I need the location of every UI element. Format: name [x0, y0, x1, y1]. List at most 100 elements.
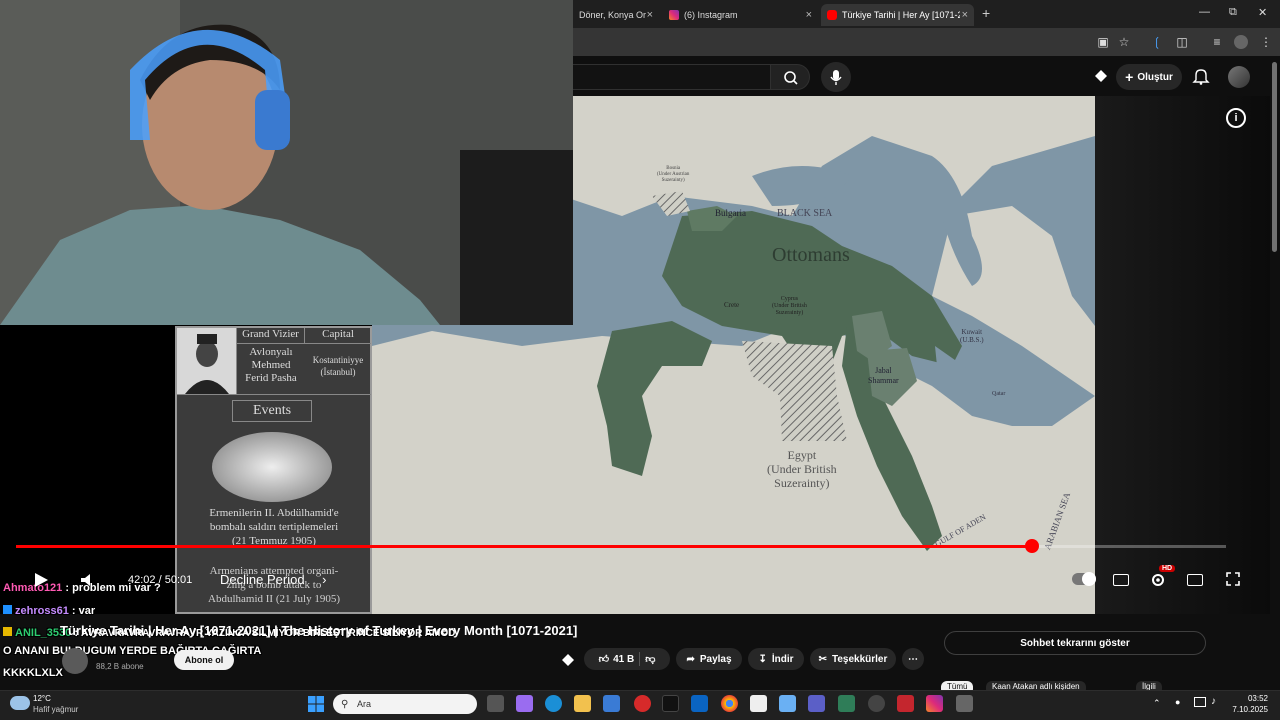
- outlook-icon[interactable]: [691, 695, 708, 712]
- more-actions-button[interactable]: ⋯: [902, 648, 924, 670]
- chapter-title: Decline Period: [220, 572, 305, 587]
- display-tray-icon[interactable]: [1194, 697, 1206, 707]
- file-explorer-icon[interactable]: [574, 695, 591, 712]
- settings-button[interactable]: [1150, 572, 1166, 591]
- subscribe-button[interactable]: Abone ol: [174, 650, 234, 670]
- search-input[interactable]: [560, 64, 770, 90]
- egypt-sub-label: (Under British: [767, 462, 837, 476]
- vizier-name: Avlonyalı Mehmed Ferid Pasha: [237, 346, 305, 385]
- subtitles-icon[interactable]: [1113, 574, 1129, 586]
- fullscreen-button[interactable]: [1226, 572, 1240, 589]
- app-red-icon[interactable]: [897, 695, 914, 712]
- toggle-knob: [1082, 572, 1096, 586]
- taskbar-search[interactable]: ⚲ Ara: [333, 694, 477, 714]
- extensions-puzzle-icon[interactable]: ◫: [1175, 35, 1189, 49]
- progress-played: [16, 545, 1033, 548]
- thanks-button[interactable]: ✂ Teşekkürler: [810, 648, 896, 670]
- close-window-icon[interactable]: ✕: [1258, 6, 1267, 19]
- gear-icon: [1152, 574, 1164, 586]
- cast-icon[interactable]: [1093, 68, 1109, 84]
- like-button[interactable]: 👍︎ 41 B: [599, 653, 635, 666]
- dislike-button[interactable]: 👎︎: [645, 653, 655, 665]
- map-label-egypt: Egypt (Under British Suzerainty): [767, 448, 837, 490]
- profile-icon[interactable]: [1234, 35, 1248, 49]
- kuwait-sub-label: (U.B.S.): [960, 336, 984, 344]
- notepad-icon[interactable]: [750, 695, 767, 712]
- show-chat-replay-button[interactable]: Sohbet tekrarını göster: [944, 631, 1206, 655]
- close-icon[interactable]: ×: [962, 9, 968, 21]
- task-view-icon[interactable]: [487, 695, 504, 712]
- map-label-cyprus: Cyprus (Under British Suzerainty): [772, 296, 807, 317]
- search-button[interactable]: [770, 64, 810, 90]
- share-button[interactable]: ➦ Paylaş: [676, 648, 742, 670]
- weather-cloud-icon[interactable]: [10, 696, 30, 710]
- tab-label: (6) Instagram: [684, 10, 738, 20]
- extension-icon[interactable]: ❲: [1150, 35, 1164, 49]
- autoplay-toggle[interactable]: [1072, 572, 1096, 586]
- volume-button[interactable]: [80, 573, 96, 590]
- microphone-tray-icon[interactable]: ●: [1175, 697, 1180, 707]
- channel-avatar[interactable]: [62, 648, 88, 674]
- theater-mode-icon[interactable]: [1187, 574, 1203, 586]
- video-title: Türkiye Tarihi | Her Ay [1071-2021] | Th…: [60, 623, 578, 638]
- download-button[interactable]: ↧ İndir: [748, 648, 804, 670]
- taskbar-clock[interactable]: 03:52 7.10.2025: [1232, 693, 1268, 715]
- progress-bar[interactable]: [16, 545, 1226, 548]
- calculator-icon[interactable]: [956, 695, 973, 712]
- account-avatar[interactable]: [1228, 66, 1250, 88]
- store-icon[interactable]: [603, 695, 620, 712]
- chrome-icon[interactable]: [721, 695, 738, 712]
- tiktok-icon[interactable]: [662, 695, 679, 712]
- download-label: İndir: [771, 653, 794, 665]
- teams-icon[interactable]: [808, 695, 825, 712]
- streamer-webcam-image: [0, 0, 573, 325]
- panel-divider: [177, 394, 371, 395]
- copilot-icon[interactable]: [516, 695, 533, 712]
- create-button[interactable]: + Oluştur: [1116, 64, 1182, 90]
- media-control-icon[interactable]: ≡: [1210, 35, 1224, 49]
- clock-time: 03:52: [1247, 694, 1268, 703]
- close-icon[interactable]: ×: [647, 9, 653, 21]
- restore-icon[interactable]: ⧉: [1229, 6, 1237, 19]
- chat-text: var: [78, 605, 96, 617]
- microsoft365-icon[interactable]: [779, 695, 796, 712]
- youtube-icon: [827, 10, 837, 20]
- instagram-icon[interactable]: [926, 695, 943, 712]
- tab-instagram[interactable]: (6) Instagram ×: [663, 4, 818, 26]
- steam-icon[interactable]: [868, 695, 885, 712]
- install-app-icon[interactable]: ▣: [1096, 35, 1110, 49]
- tab-youtube[interactable]: Türkiye Tarihi | Her Ay [1071-20 ×: [821, 4, 974, 26]
- info-icon[interactable]: i: [1226, 108, 1246, 128]
- tray-chevron-up-icon[interactable]: ⌃: [1153, 698, 1161, 709]
- tab-doner[interactable]: Döner, Konya Or ×: [573, 4, 659, 26]
- cyprus-sub-label: (Under British: [772, 303, 807, 309]
- minimize-icon[interactable]: —: [1199, 6, 1210, 18]
- map-label-bulgaria: Bulgaria: [715, 208, 746, 218]
- app-icon[interactable]: [838, 695, 855, 712]
- event-tr-line-1: Ermenilerin II. Abdülhamid'e: [209, 507, 339, 519]
- map-label-ottomans: Ottomans: [772, 244, 850, 266]
- close-icon[interactable]: ×: [806, 9, 812, 21]
- event-en-line-3: Abdulhamid II (21 July 1905): [208, 593, 340, 605]
- chapter-button[interactable]: Decline Period ›: [220, 572, 327, 587]
- scrollbar-thumb[interactable]: [1272, 62, 1277, 252]
- event-turkish: Ermenilerin II. Abdülhamid'e bombalı sal…: [177, 506, 371, 548]
- play-button[interactable]: [32, 571, 50, 592]
- speaker-tray-icon[interactable]: ♪: [1211, 696, 1216, 707]
- bosnia-sub2-label: Suzerainty): [661, 178, 685, 183]
- new-tab-button[interactable]: +: [982, 5, 990, 21]
- egypt-sub2-label: Suzerainty): [774, 476, 830, 490]
- bookmark-star-icon[interactable]: ☆: [1117, 35, 1131, 49]
- menu-kebab-icon[interactable]: ⋮: [1259, 35, 1273, 49]
- edge-icon[interactable]: [545, 695, 562, 712]
- capital-header: Capital: [305, 328, 371, 344]
- search-icon: [784, 71, 798, 85]
- opera-icon[interactable]: [634, 695, 651, 712]
- chat-separator: :: [62, 582, 73, 594]
- notifications-bell-icon[interactable]: [1192, 67, 1210, 85]
- download-icon: ↧: [758, 653, 767, 665]
- voice-search-button[interactable]: [821, 62, 851, 92]
- south-land: [372, 326, 1095, 614]
- windows-start-icon[interactable]: [307, 695, 325, 713]
- divider: [639, 652, 641, 666]
